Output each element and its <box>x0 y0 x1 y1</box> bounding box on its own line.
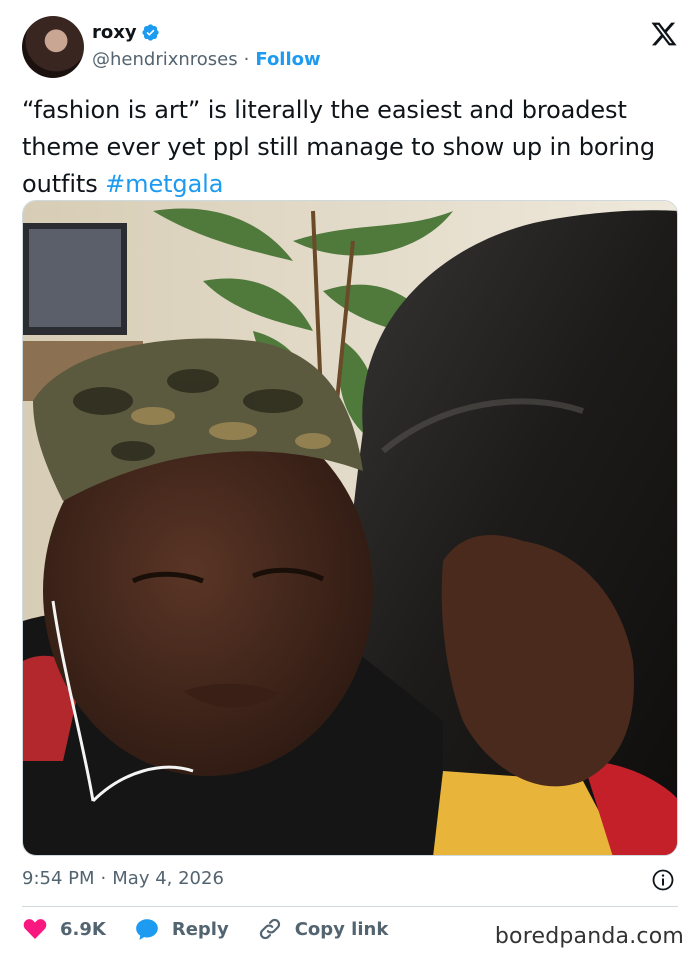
author-name[interactable]: roxy <box>92 22 137 43</box>
info-icon[interactable] <box>651 868 675 892</box>
follow-button[interactable]: Follow <box>255 49 320 70</box>
tweet-time: 9:54 PM <box>22 868 95 889</box>
reply-icon <box>136 919 158 940</box>
author-handle[interactable]: @hendrixnroses <box>92 49 238 70</box>
tweet-date: May 4, 2026 <box>112 868 224 889</box>
tweet-timestamp[interactable]: 9:54 PM · May 4, 2026 <box>22 868 224 889</box>
tweet-text: “fashion is art” is literally the easies… <box>22 92 682 203</box>
reply-button[interactable]: Reply <box>134 916 229 942</box>
handle-separator: · <box>243 49 250 70</box>
link-icon <box>259 918 280 940</box>
timestamp-separator: · <box>100 868 107 889</box>
author-avatar[interactable] <box>22 16 84 78</box>
watermark: boredpanda.com <box>494 924 684 949</box>
x-logo-icon[interactable] <box>650 20 678 48</box>
reply-label: Reply <box>171 918 229 940</box>
author-handle-row: @hendrixnroses · Follow <box>92 49 321 70</box>
verified-badge-icon <box>141 24 159 41</box>
copy-link-button[interactable]: Copy link <box>257 916 389 942</box>
like-button[interactable]: 6.9K <box>22 916 106 942</box>
author-name-row[interactable]: roxy <box>92 22 160 43</box>
like-count: 6.9K <box>60 918 106 940</box>
copy-link-label: Copy link <box>294 918 389 940</box>
action-bar: 6.9K Reply Copy link <box>22 916 416 942</box>
photo-illustration <box>23 201 677 855</box>
tweet-photo[interactable] <box>22 200 678 856</box>
heart-icon <box>23 919 47 939</box>
divider <box>22 906 678 907</box>
hashtag-link[interactable]: #metgala <box>105 170 223 198</box>
